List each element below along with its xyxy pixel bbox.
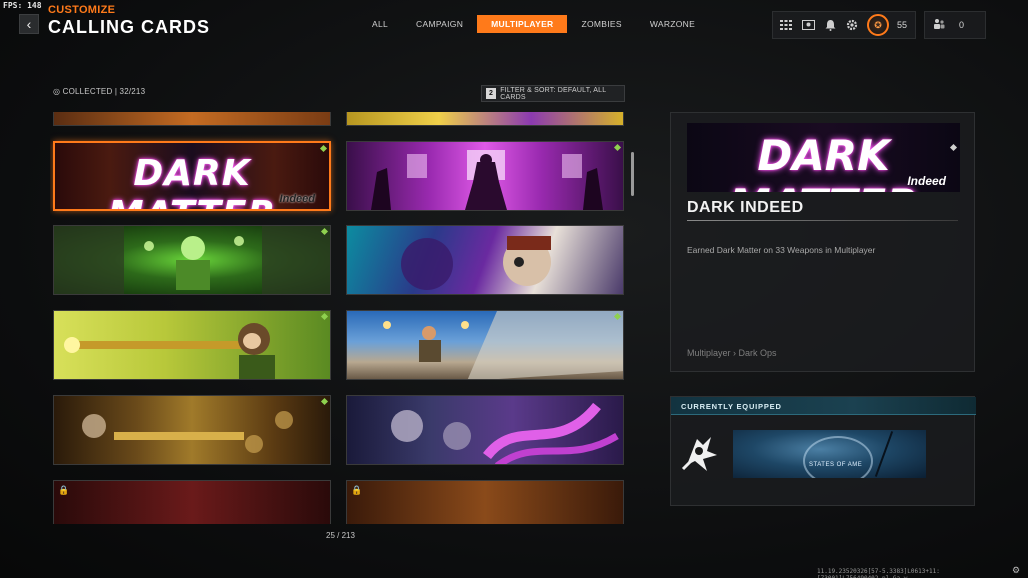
detail-card-preview: DARK MATTER Indeed xyxy=(687,123,960,192)
currently-equipped-panel: CURRENTLY EQUIPPED STATES OF AME xyxy=(670,396,976,506)
tab-multiplayer[interactable]: MULTIPLAYER xyxy=(477,15,568,33)
calling-card-grid: DARK MATTER Indeed xyxy=(50,112,630,524)
page-title: CALLING CARDS xyxy=(48,17,210,37)
calling-card-ranked-play[interactable]: 🔒 xyxy=(53,480,331,524)
tab-campaign[interactable]: CAMPAIGN xyxy=(402,15,477,33)
calling-card-gold-skulls[interactable] xyxy=(53,395,331,465)
page-count: 25 / 213 xyxy=(326,531,355,540)
top-toolbar: ✪ 55 xyxy=(772,11,916,39)
card-subtitle-text: Indeed xyxy=(279,193,315,205)
new-marker-icon xyxy=(319,144,328,153)
grid-scrollbar[interactable] xyxy=(631,152,634,196)
tab-warzone[interactable]: WARZONE xyxy=(636,15,709,33)
tab-zombies[interactable]: ZOMBIES xyxy=(567,15,635,33)
calling-card-dark-matter[interactable]: DARK MATTER Indeed xyxy=(53,141,331,211)
id-card-icon[interactable] xyxy=(801,18,815,32)
lock-icon: 🔒 xyxy=(351,485,363,495)
calling-card-ranked-play-top[interactable]: 🔒 xyxy=(346,480,624,524)
detail-description: Earned Dark Matter on 33 Weapons in Mult… xyxy=(687,245,876,255)
calling-card-soldier-dive[interactable] xyxy=(346,310,624,380)
calling-card-partial-left[interactable] xyxy=(53,112,331,126)
calling-card-purple-skulls[interactable] xyxy=(346,395,624,465)
chevron-left-icon: ‹ xyxy=(26,16,32,32)
detail-category-path: Multiplayer › Dark Ops xyxy=(687,348,777,358)
calling-card-toxic-skeleton[interactable] xyxy=(53,225,331,295)
detail-card-subtitle: Indeed xyxy=(907,174,946,188)
calling-card-partial-right[interactable] xyxy=(346,112,624,126)
build-info: 11.19.23520326[57-5.3383]L0613+11:[73001… xyxy=(817,568,940,578)
equipped-header: CURRENTLY EQUIPPED xyxy=(671,397,976,415)
lock-icon: 🔒 xyxy=(58,485,70,495)
gear-icon[interactable] xyxy=(845,18,859,32)
calling-card-ninja-dojo[interactable] xyxy=(346,141,624,211)
page-subtitle: CUSTOMIZE xyxy=(48,4,116,16)
equipped-card-text: STATES OF AME xyxy=(809,462,863,468)
equipped-emblem-icon[interactable] xyxy=(677,431,721,475)
equipped-calling-card[interactable]: STATES OF AME xyxy=(733,430,926,478)
player-level: 55 xyxy=(897,20,908,30)
calling-card-cyborg-face[interactable] xyxy=(346,225,624,295)
detail-divider xyxy=(687,220,958,221)
category-tabs: ALL CAMPAIGN MULTIPLAYER ZOMBIES WARZONE xyxy=(358,15,709,33)
card-detail-panel: DARK MATTER Indeed DARK INDEED Earned Da… xyxy=(670,112,975,372)
collected-count: ◎ COLLECTED | 32/213 xyxy=(53,87,146,96)
grid-icon[interactable] xyxy=(779,18,793,32)
filter-sort-button[interactable]: 2 FILTER & SORT: DEFAULT, ALL CARDS xyxy=(481,85,625,102)
friends-panel[interactable]: 0 xyxy=(924,11,986,39)
calling-card-monkey-gunner[interactable] xyxy=(53,310,331,380)
filter-hotkey: 2 xyxy=(486,88,497,99)
rank-emblem-icon[interactable]: ✪ xyxy=(867,14,889,36)
friends-count: 0 xyxy=(959,20,965,30)
back-button[interactable]: ‹ xyxy=(19,14,39,34)
detail-card-name: DARK INDEED xyxy=(687,199,804,216)
tab-all[interactable]: ALL xyxy=(358,15,402,33)
seal-graphic xyxy=(803,436,873,478)
friends-icon xyxy=(933,18,945,33)
crack-graphic xyxy=(874,431,894,477)
filter-label: FILTER & SORT: DEFAULT, ALL CARDS xyxy=(500,86,607,101)
collection-icon: ◎ xyxy=(53,87,63,96)
settings-gear-icon[interactable]: ⚙ xyxy=(1012,565,1020,576)
bell-icon[interactable] xyxy=(823,18,837,32)
fps-counter: FPS: 148 xyxy=(3,1,42,10)
